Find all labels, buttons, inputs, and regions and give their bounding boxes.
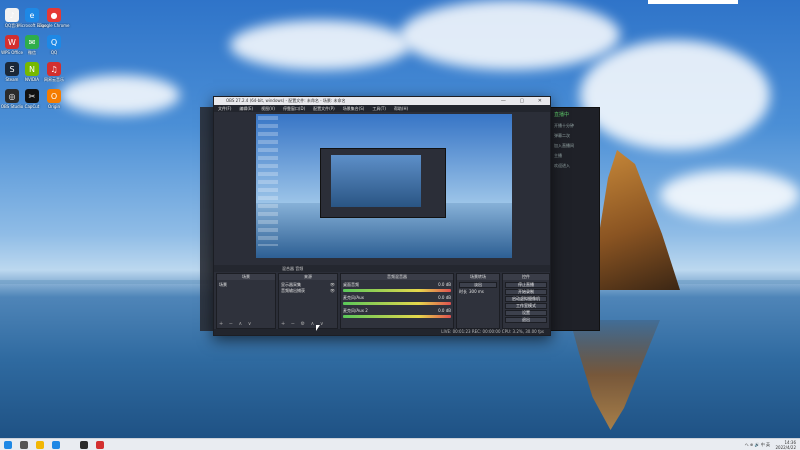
- dock-tabs[interactable]: 混合器 音频: [214, 265, 550, 272]
- mouse-cursor: [316, 325, 320, 331]
- app-icon: Q: [47, 35, 61, 49]
- controls-dock[interactable]: 控件 停止直播 开始录制 启动虚拟摄像机 工作室模式 设置 退出: [502, 273, 550, 329]
- cloud: [60, 75, 180, 115]
- desktop-icon[interactable]: O Origin: [36, 89, 72, 109]
- nested-preview: [320, 148, 446, 218]
- duration-input[interactable]: 300 ms: [469, 289, 484, 295]
- clock[interactable]: 14:36 2022/4/22: [775, 440, 796, 450]
- scenes-dock[interactable]: 场景 场景 + − ∧ ∨: [216, 273, 276, 329]
- menu-item[interactable]: 停靠窗口(D): [283, 106, 305, 111]
- sources-dock[interactable]: 来源 显示器采集 👁 音频输出捕获 👁 + − ⚙ ∧ ∨: [278, 273, 338, 329]
- desktop-icon[interactable]: ● Google Chrome: [36, 8, 72, 28]
- control-button[interactable]: 停止直播: [505, 282, 547, 288]
- obs-taskbar-icon[interactable]: [80, 441, 88, 449]
- taskbar: へ ⊕ 🔊 中 英 14:36 2022/4/22: [0, 438, 800, 450]
- obs-title: OBS 27.2.4 (64-bit, windows) - 配置文件: 未命名…: [226, 98, 346, 103]
- scenes-dock-toolbar[interactable]: + − ∧ ∨: [219, 321, 253, 327]
- menu-item[interactable]: 视图(V): [261, 106, 275, 111]
- menu-item[interactable]: 工具(T): [372, 106, 386, 111]
- transition-select[interactable]: 淡出: [459, 282, 497, 288]
- search-icon[interactable]: [20, 441, 28, 449]
- source-item[interactable]: 音频输出捕获 👁: [281, 288, 335, 294]
- app-taskbar-icon[interactable]: [96, 441, 104, 449]
- obs-menubar: 文件(F) 编辑(E) 视图(V) 停靠窗口(D) 配置文件(P) 场景集合(S) 工具(T…: [214, 105, 550, 112]
- control-button[interactable]: 退出: [505, 317, 547, 323]
- volume-meter[interactable]: [343, 302, 451, 305]
- volume-meter[interactable]: [343, 315, 451, 318]
- clock-date: 2022/4/22: [775, 445, 796, 450]
- cloud: [230, 20, 410, 70]
- source-label: 音频输出捕获: [281, 288, 305, 293]
- control-button[interactable]: 启动虚拟摄像机: [505, 296, 547, 302]
- menu-item[interactable]: 帮助(H): [394, 106, 408, 111]
- mixer-dock[interactable]: 音频混音器 桌面音频 0.0 dB 麦克风/Aux 0.0 dB 麦克风/Aux 2 0.…: [340, 273, 454, 329]
- background-window: [200, 107, 214, 331]
- control-button[interactable]: 开始录制: [505, 289, 547, 295]
- mixer-channel[interactable]: 桌面音频 0.0 dB: [343, 282, 451, 292]
- volume-meter[interactable]: [343, 289, 451, 292]
- obs-statusbar: LIVE: 00:01:23 REC: 00:00:00 CPU: 3.2%, …: [214, 329, 550, 335]
- cloud: [400, 0, 620, 70]
- transitions-dock[interactable]: 场景转场 淡出 时长 300 ms: [456, 273, 500, 329]
- desktop-icon[interactable]: Q QQ: [36, 35, 72, 55]
- window-controls[interactable]: — ▢ ✕: [501, 97, 548, 105]
- app-icon: ●: [47, 8, 61, 22]
- edge-icon[interactable]: [52, 441, 60, 449]
- eye-icon[interactable]: 👁: [330, 288, 335, 294]
- cloud: [580, 40, 770, 150]
- scene-item[interactable]: 场景: [219, 282, 273, 288]
- menu-item[interactable]: 文件(F): [218, 106, 231, 111]
- chat-header: 直播中: [554, 112, 570, 118]
- chat-line: 开播十分钟: [554, 123, 574, 128]
- obs-window[interactable]: OBS 27.2.4 (64-bit, windows) - 配置文件: 未命名…: [213, 96, 551, 336]
- chat-line: 欢迎进入: [554, 163, 570, 168]
- desktop-icon-label: Origin: [47, 104, 61, 109]
- system-tray[interactable]: へ ⊕ 🔊 中 英: [745, 439, 770, 450]
- app-icon: O: [47, 89, 61, 103]
- menu-item[interactable]: 配置文件(P): [313, 106, 335, 111]
- cliff: [590, 150, 680, 290]
- top-strip: [648, 0, 738, 4]
- desktop-icon-label: QQ: [50, 50, 58, 55]
- cliff-reflection: [570, 320, 660, 430]
- cloud: [660, 170, 800, 220]
- control-button[interactable]: 工作室模式: [505, 303, 547, 309]
- desktop-icon[interactable]: ♫ 网易云音乐: [36, 62, 72, 82]
- obs-preview[interactable]: [256, 114, 512, 258]
- channel-name: 麦克风/Aux 2: [343, 308, 368, 313]
- mixer-channel[interactable]: 麦克风/Aux 0.0 dB: [343, 295, 451, 305]
- chat-line: 弹幕二次: [554, 133, 570, 138]
- mixer-channel[interactable]: 麦克风/Aux 2 0.0 dB: [343, 308, 451, 318]
- file-explorer-icon[interactable]: [36, 441, 44, 449]
- chat-line: 主播: [554, 153, 562, 158]
- channel-name: 桌面音频: [343, 282, 359, 287]
- start-icon[interactable]: [4, 441, 12, 449]
- chat-line: 加入直播间: [554, 143, 574, 148]
- channel-name: 麦克风/Aux: [343, 295, 364, 300]
- desktop-icon-label: Google Chrome: [38, 23, 70, 28]
- desktop-icon-label: 网易云音乐: [44, 77, 64, 82]
- duration-label: 时长: [459, 289, 467, 294]
- channel-level: 0.0 dB: [438, 295, 451, 300]
- menu-item[interactable]: 场景集合(S): [343, 106, 365, 111]
- app-icon: ♫: [47, 62, 61, 76]
- live-chat-panel[interactable]: 直播中 开播十分钟弹幕二次加入直播间主播欢迎进入: [550, 107, 600, 331]
- channel-level: 0.0 dB: [438, 282, 451, 287]
- channel-level: 0.0 dB: [438, 308, 451, 313]
- menu-item[interactable]: 编辑(E): [239, 106, 253, 111]
- obs-titlebar[interactable]: OBS 27.2.4 (64-bit, windows) - 配置文件: 未命名…: [214, 97, 550, 105]
- control-button[interactable]: 设置: [505, 310, 547, 316]
